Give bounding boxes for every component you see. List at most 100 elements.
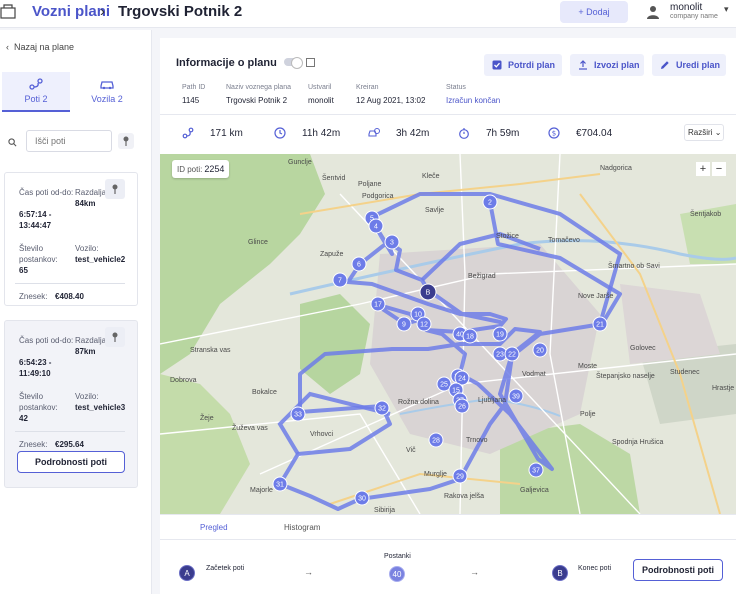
route-stop-marker[interactable]: 6 [351,256,367,272]
plan-info-checkbox[interactable] [306,58,315,67]
route-stop-marker[interactable]: 20 [532,342,548,358]
map-place-label: Gunclje [288,159,312,166]
route-card-1[interactable]: Čas poti od-do: 6:57:14 - 13:44:47 Razda… [4,172,138,306]
route-stop-marker[interactable]: 22 [504,346,520,362]
user-name[interactable]: monolit [670,2,702,13]
meta-plan-name-value: Trgovski Potnik 2 [226,96,288,105]
route-pin-button[interactable] [105,179,125,199]
stop-number: 29 [456,474,464,481]
tab-histogram[interactable]: Histogram [284,523,320,532]
route-map[interactable]: Gunclje Kleče Šentvid Poljane Podgorica Savlj… [160,154,736,514]
car-icon [100,81,114,90]
zoom-out-button[interactable]: − [712,162,726,176]
route-pin-button[interactable] [105,327,125,347]
export-plan-button[interactable]: Izvozi plan [570,54,644,76]
stop-number: 23 [496,352,504,359]
route-stop-marker[interactable]: 17 [370,296,386,312]
route-stop-marker[interactable]: 18 [462,328,478,344]
zoom-in-button[interactable]: + [696,162,710,176]
route-stop-marker[interactable]: 31 [272,476,288,492]
route-stop-marker[interactable]: 29 [452,468,468,484]
route-stop-marker[interactable]: 3 [384,234,400,250]
map-place-label: Galjevica [520,487,549,494]
sidebar: ‹ Nazaj na plane Poti 2 Vozila 2 Čas pot… [0,30,152,594]
route-card-2[interactable]: Čas poti od-do: 6:54:23 - 11:49:10 Razda… [4,320,138,488]
main-panel: Informacije o planu Potrdi plan Izvozi p… [160,38,736,594]
map-place-label: Studenec [670,369,700,376]
map-place-label: Vodmat [522,371,546,378]
meta-divider [160,114,736,115]
map-place-label: Vič [406,447,416,454]
meta-created-by-value: monolit [308,96,334,105]
map-place-label: Nove Jarše [578,293,614,300]
route-stops-value: 65 [19,266,28,275]
tab-overview[interactable]: Pregled [200,523,228,532]
route-stop-marker[interactable]: 19 [492,326,508,342]
route-stop-marker[interactable]: 28 [428,432,444,448]
route-card-divider [15,283,125,284]
back-to-plans-link[interactable]: ‹ Nazaj na plane [6,42,74,52]
stat-driving-time: 3h 42m [396,128,430,139]
route-end-marker[interactable]: B [419,283,437,301]
map-place-label: Poljane [358,181,381,188]
route-details-button[interactable]: Podrobnosti poti [17,451,125,473]
map-place-label: Stožice [496,233,519,240]
confirm-plan-button[interactable]: Potrdi plan [484,54,562,76]
chevron-down-icon: ⌄ [714,128,722,137]
expand-stats-button[interactable]: Razširi ⌄ [684,124,724,141]
route-stop-marker[interactable]: 2 [482,194,498,210]
meta-status-value[interactable]: Izračun končan [446,96,500,105]
pencil-icon [661,61,669,69]
map-pin-icon [112,332,118,342]
map-place-label: Tomačevo [548,237,580,244]
tab-routes-label: Poti 2 [24,94,48,104]
breadcrumb-root[interactable]: Vozni plani [32,3,110,20]
tab-vehicles-label: Vozila 2 [91,94,123,104]
route-stop-marker[interactable]: 37 [528,462,544,478]
route-amount-label: Znesek: [19,292,48,301]
export-plan-label: Izvozi plan [594,60,640,70]
add-button[interactable]: + Dodaj [560,1,628,23]
route-id-value: 2254 [204,164,225,174]
map-place-label: Trnovo [466,437,488,444]
map-place-label: Šentjakob [690,209,721,218]
tab-routes[interactable]: Poti 2 [2,72,70,112]
edit-plan-button[interactable]: Uredi plan [652,54,726,76]
route-stop-marker[interactable]: 39 [508,388,524,404]
map-place-label: Golovec [630,345,656,352]
tab-vehicles[interactable]: Vozila 2 [72,72,142,112]
chevron-down-icon[interactable]: ▾ [724,4,729,15]
map-place-label: Rožna dolina [398,399,439,406]
check-square-icon [492,60,502,70]
map-place-label: Spodnja Hrušica [612,439,663,446]
user-icon[interactable] [645,4,661,20]
route-time-value: 6:57:14 - 13:44:47 [19,210,52,230]
route-stop-marker[interactable]: 7 [332,272,348,288]
stop-number: 4 [374,224,378,231]
route-stop-marker[interactable]: 21 [592,316,608,332]
plan-info-toggle[interactable] [284,57,303,69]
route-stop-marker[interactable]: 30 [354,490,370,506]
arrow-right-icon: → [470,567,479,577]
route-stop-marker[interactable]: 32 [374,400,390,416]
route-details-button[interactable]: Podrobnosti poti [633,559,723,581]
map-canvas[interactable]: Gunclje Kleče Šentvid Poljane Podgorica Savlj… [160,154,736,514]
map-pin-icon [123,136,129,146]
route-search-input[interactable] [26,130,112,152]
stops-count-badge: 40 [389,566,405,582]
route-stop-marker[interactable]: 4 [368,218,384,234]
map-place-label: Murglje [424,471,447,478]
route-stop-marker[interactable]: 9 [396,316,412,332]
route-time-label: Čas poti od-do: [19,336,74,345]
stop-number: 22 [508,352,516,359]
route-stop-marker[interactable]: 26 [454,398,470,414]
breadcrumb-current: Trgovski Potnik 2 [118,3,243,20]
filter-pin-button[interactable] [118,133,134,149]
route-stop-marker[interactable]: 33 [290,406,306,422]
back-link-label: Nazaj na plane [14,42,75,52]
route-id-box: ID poti: 2254 [172,160,230,178]
stop-number: 21 [596,322,604,329]
app-logo-icon[interactable] [0,4,18,20]
arrow-right-icon: → [304,567,313,577]
route-stop-marker[interactable]: 12 [416,316,432,332]
